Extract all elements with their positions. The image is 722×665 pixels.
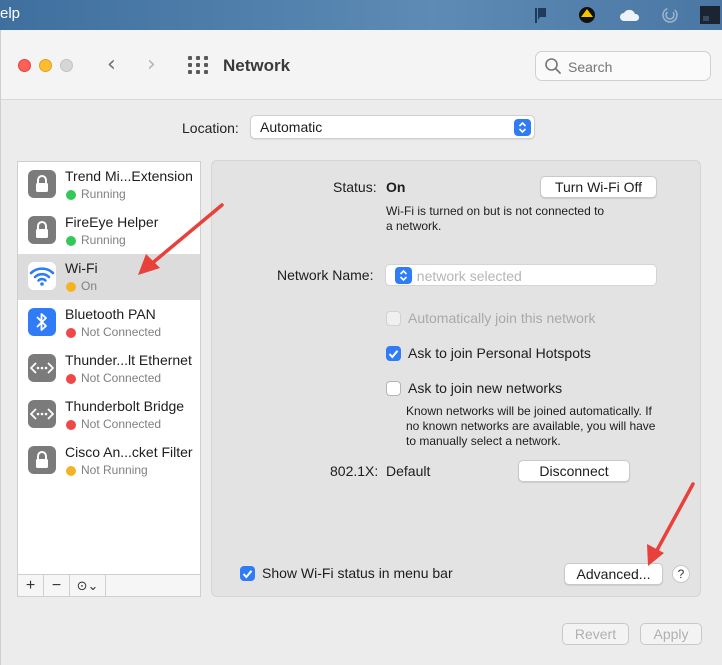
flag-icon[interactable] bbox=[531, 5, 551, 25]
dark-square-icon[interactable] bbox=[700, 5, 720, 25]
status-value: On bbox=[386, 179, 406, 195]
add-service-button[interactable]: + bbox=[18, 575, 44, 596]
service-name: FireEye Helper bbox=[65, 214, 159, 230]
network-name-select[interactable]: No network selected bbox=[385, 264, 657, 286]
status-description-line2: a network. bbox=[386, 219, 442, 233]
forward-icon[interactable]: › bbox=[147, 52, 156, 77]
ethernet-icon bbox=[28, 400, 56, 428]
help-menu[interactable]: elp bbox=[0, 5, 20, 22]
search-field[interactable] bbox=[535, 51, 711, 81]
lock-icon bbox=[28, 216, 56, 244]
status-dot bbox=[66, 282, 76, 292]
service-status: Running bbox=[81, 233, 126, 247]
service-item-thunderbolt-bridge[interactable]: Thunderbolt Bridge Not Connected bbox=[18, 392, 200, 438]
lock-icon bbox=[28, 170, 56, 198]
service-item-wifi[interactable]: Wi-Fi On bbox=[18, 254, 200, 300]
apply-button[interactable]: Apply bbox=[640, 623, 702, 645]
service-name: Thunderbolt Bridge bbox=[65, 398, 185, 414]
known-networks-desc-line3: to manually select a network. bbox=[406, 434, 561, 448]
service-status: Not Connected bbox=[81, 325, 162, 339]
auto-join-label: Automatically join this network bbox=[408, 310, 596, 326]
search-icon bbox=[544, 57, 562, 80]
service-name: Bluetooth PAN bbox=[65, 306, 156, 322]
service-item-thunderbolt-ethernet[interactable]: Thunder...lt Ethernet Not Connected bbox=[18, 346, 200, 392]
network-name-placeholder: No network selected bbox=[395, 268, 522, 284]
location-value: Automatic bbox=[260, 119, 323, 135]
shield-icon[interactable] bbox=[577, 5, 597, 25]
dot1x-value: Default bbox=[386, 463, 431, 479]
sync-icon[interactable] bbox=[660, 5, 680, 25]
service-name: Cisco An...cket Filter bbox=[65, 444, 193, 460]
auto-join-checkbox[interactable] bbox=[386, 311, 401, 326]
checkmark-icon bbox=[388, 349, 399, 359]
service-status: Not Connected bbox=[81, 417, 162, 431]
status-dot bbox=[66, 374, 76, 384]
status-dot bbox=[66, 328, 76, 338]
status-description-line1: Wi-Fi is turned on but is not connected … bbox=[386, 204, 605, 218]
ask-hotspots-checkbox[interactable] bbox=[386, 346, 401, 361]
service-item-trend-micro[interactable]: Trend Mi...Extension Running bbox=[18, 162, 200, 208]
turn-wifi-off-button[interactable]: Turn Wi-Fi Off bbox=[540, 176, 657, 198]
window-title: Network bbox=[223, 56, 291, 75]
show-wifi-status-label: Show Wi-Fi status in menu bar bbox=[262, 565, 453, 581]
service-name: Thunder...lt Ethernet bbox=[65, 352, 192, 368]
location-select[interactable]: Automatic bbox=[250, 115, 535, 139]
zoom-button[interactable] bbox=[60, 59, 73, 72]
back-icon[interactable]: ‹ bbox=[107, 52, 116, 77]
service-item-fireeye[interactable]: FireEye Helper Running bbox=[18, 208, 200, 254]
service-item-bluetooth-pan[interactable]: Bluetooth PAN Not Connected bbox=[18, 300, 200, 346]
minimize-button[interactable] bbox=[39, 59, 52, 72]
service-item-cisco[interactable]: Cisco An...cket Filter Not Running bbox=[18, 438, 200, 484]
status-dot bbox=[66, 466, 76, 476]
service-status: On bbox=[81, 279, 98, 293]
close-button[interactable] bbox=[18, 59, 31, 72]
status-dot bbox=[66, 190, 76, 200]
service-status: Running bbox=[81, 187, 126, 201]
ethernet-icon bbox=[28, 354, 56, 382]
service-status: Not Connected bbox=[81, 371, 162, 385]
action-menu-button[interactable]: ⊙⌄ bbox=[70, 575, 106, 596]
revert-button[interactable]: Revert bbox=[562, 623, 629, 645]
service-list: Trend Mi...Extension Running FireEye Hel… bbox=[17, 161, 201, 575]
menu-bar: elp bbox=[0, 0, 722, 30]
known-networks-desc-line2: no known networks are available, you wil… bbox=[406, 419, 656, 433]
help-button[interactable]: ? bbox=[672, 565, 690, 583]
dot1x-label: 802.1X: bbox=[330, 463, 379, 479]
status-dot bbox=[66, 236, 76, 246]
ask-new-networks-label: Ask to join new networks bbox=[408, 380, 563, 396]
known-networks-desc-line1: Known networks will be joined automatica… bbox=[406, 404, 652, 418]
ask-new-networks-checkbox[interactable] bbox=[386, 381, 401, 396]
service-list-toolbar: + − ⊙⌄ bbox=[17, 575, 201, 597]
wifi-detail-panel bbox=[211, 160, 701, 597]
service-name: Trend Mi...Extension bbox=[65, 168, 193, 184]
cloud-icon[interactable] bbox=[618, 5, 642, 25]
disconnect-button[interactable]: Disconnect bbox=[518, 460, 630, 482]
show-all-grid-icon[interactable] bbox=[188, 56, 208, 74]
show-wifi-status-checkbox[interactable] bbox=[240, 566, 255, 581]
status-dot bbox=[66, 420, 76, 430]
updown-chevron-icon bbox=[514, 119, 531, 136]
remove-service-button[interactable]: − bbox=[44, 575, 70, 596]
search-input[interactable] bbox=[568, 57, 703, 77]
status-label: Status: bbox=[333, 179, 377, 195]
bluetooth-icon bbox=[28, 308, 56, 336]
location-label: Location: bbox=[182, 120, 239, 136]
updown-chevron-icon bbox=[395, 267, 412, 284]
service-status: Not Running bbox=[81, 463, 148, 477]
advanced-button[interactable]: Advanced... bbox=[564, 563, 663, 585]
ask-hotspots-label: Ask to join Personal Hotspots bbox=[408, 345, 591, 361]
lock-icon bbox=[28, 446, 56, 474]
network-name-label: Network Name: bbox=[277, 267, 374, 283]
wifi-icon bbox=[28, 262, 56, 290]
title-bar: ‹ › Network bbox=[1, 30, 722, 100]
checkmark-icon bbox=[242, 569, 253, 579]
service-name: Wi-Fi bbox=[65, 260, 98, 276]
